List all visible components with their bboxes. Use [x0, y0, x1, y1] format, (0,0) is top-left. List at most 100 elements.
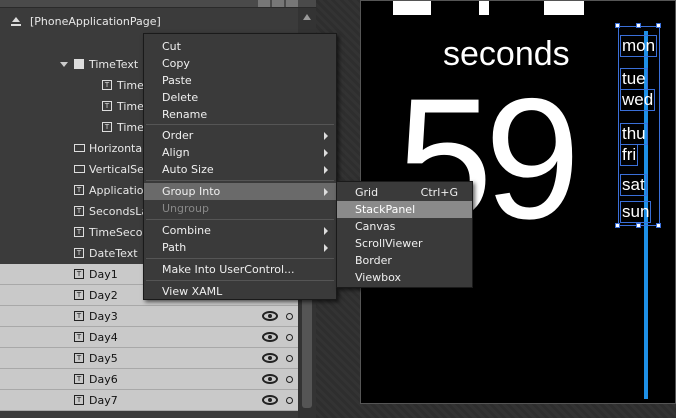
selection-handle[interactable] [636, 23, 641, 28]
tree-item-day6[interactable]: T Day6 [0, 369, 298, 390]
day-label-sun[interactable]: sun [620, 201, 652, 223]
submenu-item-scrollviewer[interactable]: ScrollViewer [337, 235, 472, 252]
selection-handle[interactable] [636, 223, 641, 228]
panel-toolbar-button[interactable] [286, 0, 298, 7]
expand-triangle-icon[interactable] [60, 62, 68, 67]
submenu-item-stackpanel[interactable]: StackPanel [337, 201, 472, 218]
submenu-item-canvas[interactable]: Canvas [337, 218, 472, 235]
tree-item-label: SecondsLa [89, 205, 149, 218]
panel-toolbar [0, 0, 316, 8]
menu-item-label: Cut [162, 40, 181, 53]
menu-item-label: Make Into UserControl... [162, 263, 295, 276]
menu-item-label: Align [162, 146, 190, 159]
menu-item-paste[interactable]: Paste [144, 72, 336, 89]
eye-icon[interactable] [262, 395, 278, 405]
day-label-fri[interactable]: fri [620, 144, 639, 166]
menu-item-align[interactable]: Align [144, 144, 336, 161]
textblock-icon: T [74, 332, 84, 342]
selection-handle[interactable] [615, 223, 620, 228]
menu-item-path[interactable]: Path [144, 239, 336, 256]
tree-item-label: TimeSecon [89, 226, 150, 239]
menu-separator [146, 180, 334, 181]
tree-item-label: Day1 [89, 268, 118, 281]
menu-item-auto-size[interactable]: Auto Size [144, 161, 336, 178]
lock-toggle-icon[interactable] [286, 334, 293, 341]
menu-separator [146, 280, 334, 281]
underline-icon [11, 24, 21, 26]
tree-item-label: Applicatio [89, 184, 144, 197]
textblock-icon: T [74, 269, 84, 279]
lock-toggle-icon[interactable] [286, 355, 293, 362]
tree-root-item[interactable]: [PhoneApplicationPage] [0, 11, 298, 32]
tree-item-label: Day3 [89, 310, 118, 323]
menu-item-copy[interactable]: Copy [144, 55, 336, 72]
tree-item-label: Day2 [89, 289, 118, 302]
lock-toggle-icon[interactable] [286, 376, 293, 383]
grid-icon [74, 59, 84, 69]
eye-icon[interactable] [262, 353, 278, 363]
rectangle-icon [74, 165, 85, 173]
tree-item-day3[interactable]: T Day3 [0, 306, 298, 327]
tree-item-day4[interactable]: T Day4 [0, 327, 298, 348]
submenu-item-border[interactable]: Border [337, 252, 472, 269]
menu-item-order[interactable]: Order [144, 127, 336, 144]
tree-item-day7[interactable]: T Day7 [0, 390, 298, 411]
menu-item-label: Combine [162, 224, 211, 237]
textblock-icon: T [74, 185, 84, 195]
day-label-sat[interactable]: sat [620, 174, 647, 196]
up-arrow-icon [12, 17, 20, 22]
menu-item-cut[interactable]: Cut [144, 38, 336, 55]
menu-item-combine[interactable]: Combine [144, 222, 336, 239]
tree-item-label: Day5 [89, 352, 118, 365]
day-label-tue[interactable]: tue [620, 68, 648, 90]
selection-handle[interactable] [656, 223, 661, 228]
menu-item-make-into-usercontrol[interactable]: Make Into UserControl... [144, 261, 336, 278]
menu-separator [146, 219, 334, 220]
context-menu: Cut Copy Paste Delete Rename Order Align Auto S… [143, 33, 337, 300]
textblock-icon: T [74, 248, 84, 258]
menu-item-label: Copy [162, 57, 190, 70]
group-into-submenu: Grid Ctrl+G StackPanel Canvas ScrollViewer Bo… [336, 181, 473, 288]
textblock-icon: T [102, 80, 112, 90]
panel-toolbar-button[interactable] [272, 0, 284, 7]
selection-handle[interactable] [656, 23, 661, 28]
menu-item-label: View XAML [162, 285, 223, 298]
menu-item-group-into[interactable]: Group Into [144, 183, 336, 200]
tree-item-label: VerticalSep [89, 163, 151, 176]
menu-item-rename[interactable]: Rename [144, 106, 336, 123]
submenu-arrow-icon [324, 244, 328, 252]
submenu-item-label: Canvas [355, 220, 396, 233]
selection-handle[interactable] [615, 23, 620, 28]
submenu-item-label: Viewbox [355, 271, 401, 284]
tree-item-label: DateText [89, 247, 138, 260]
submenu-item-label: ScrollViewer [355, 237, 423, 250]
eye-icon[interactable] [262, 311, 278, 321]
tree-item-day5[interactable]: T Day5 [0, 348, 298, 369]
tree-item-label: Day4 [89, 331, 118, 344]
eye-icon[interactable] [262, 374, 278, 384]
lock-toggle-icon[interactable] [286, 313, 293, 320]
menu-item-label: Auto Size [162, 163, 214, 176]
panel-toolbar-button[interactable] [258, 0, 270, 7]
menu-item-ungroup[interactable]: Ungroup [144, 200, 336, 217]
menu-item-delete[interactable]: Delete [144, 89, 336, 106]
textblock-icon: T [74, 290, 84, 300]
menu-item-label: Path [162, 241, 187, 254]
eye-icon[interactable] [262, 332, 278, 342]
clipped-glyph [479, 1, 490, 15]
day-label-wed[interactable]: wed [620, 89, 656, 111]
rectangle-icon [74, 144, 85, 152]
scroll-up-icon[interactable] [303, 14, 311, 20]
submenu-arrow-icon [324, 132, 328, 140]
submenu-arrow-icon [324, 188, 328, 196]
menu-separator [146, 258, 334, 259]
lock-toggle-icon[interactable] [286, 397, 293, 404]
submenu-item-viewbox[interactable]: Viewbox [337, 269, 472, 286]
day-label-thu[interactable]: thu [620, 123, 648, 145]
day-label-mon[interactable]: mon [620, 35, 658, 57]
textblock-icon: T [74, 395, 84, 405]
menu-item-label: Rename [162, 108, 208, 121]
tree-item-label: Day7 [89, 394, 118, 407]
menu-item-view-xaml[interactable]: View XAML [144, 283, 336, 300]
submenu-item-grid[interactable]: Grid Ctrl+G [337, 184, 472, 201]
